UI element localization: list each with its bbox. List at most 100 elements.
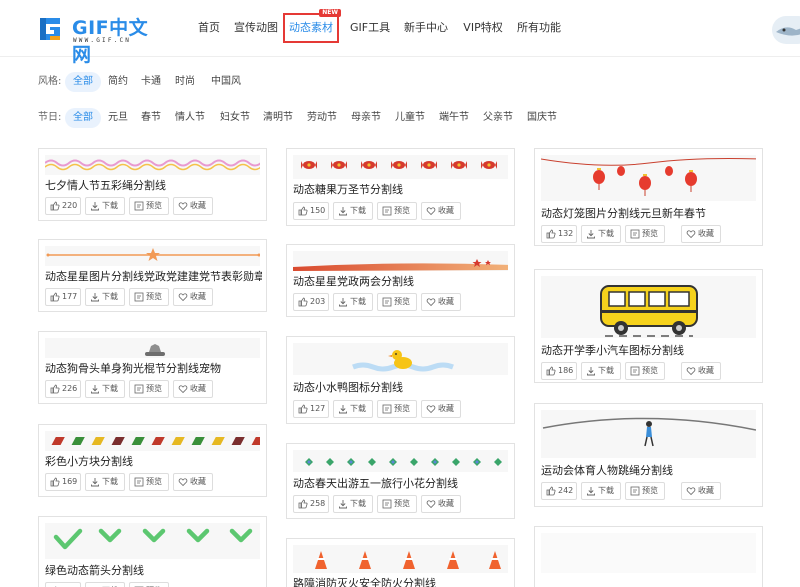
festival-option-fathers-day[interactable]: 父亲节: [483, 108, 513, 128]
download-button[interactable]: 下载: [581, 362, 621, 380]
card-title[interactable]: 动态星星图片分割线党政党建建党节表彰勋章: [45, 268, 262, 284]
nav-vip[interactable]: VIP特权: [463, 13, 503, 43]
style-option-simple[interactable]: 简约: [108, 72, 128, 92]
download-button[interactable]: 下载: [581, 482, 621, 500]
nav-promo-gif[interactable]: 宣传动图: [232, 13, 280, 43]
preview-button[interactable]: 预览: [625, 225, 665, 243]
asset-card[interactable]: 七夕情人节五彩绳分割线 220 下载 预览 收藏: [38, 148, 267, 221]
style-option-chinese[interactable]: 中国风: [211, 72, 241, 92]
like-button[interactable]: 169: [45, 473, 81, 491]
asset-card[interactable]: 动态糖果万圣节分割线 150 下载 预览 收藏: [286, 148, 515, 226]
style-option-all[interactable]: 全部: [65, 72, 101, 92]
preview-button[interactable]: 预览: [377, 202, 417, 220]
festival-option-mothers-day[interactable]: 母亲节: [351, 108, 381, 128]
card-title[interactable]: 动态小水鸭图标分割线: [293, 379, 510, 395]
card-title[interactable]: 动态狗骨头单身狗光棍节分割线宠物: [45, 360, 262, 376]
nav-beginner-center[interactable]: 新手中心: [404, 13, 448, 43]
nav-gif-tools[interactable]: GIF工具: [350, 13, 390, 43]
card-title[interactable]: 动态开学季小汽车图标分割线: [541, 342, 758, 358]
asset-card[interactable]: 绿色动态箭头分割线 下载 预览: [38, 516, 267, 587]
like-button[interactable]: 242: [541, 482, 577, 500]
card-title[interactable]: 动态糖果万圣节分割线: [293, 181, 510, 197]
like-button[interactable]: 258: [293, 495, 329, 513]
asset-card[interactable]: 动态开学季小汽车图标分割线 186 下载 预览 收藏: [534, 269, 763, 383]
preview-button[interactable]: 预览: [625, 362, 665, 380]
site-logo[interactable]: GIF中文网 WWW.GIF.CN: [36, 12, 166, 66]
download-button[interactable]: 下载: [85, 380, 125, 398]
collect-button[interactable]: 收藏: [173, 197, 213, 215]
collect-button[interactable]: 收藏: [681, 362, 721, 380]
style-option-fashion[interactable]: 时尚: [175, 72, 195, 92]
user-avatar[interactable]: [772, 16, 800, 44]
festival-option-childrens-day[interactable]: 儿童节: [395, 108, 425, 128]
festival-option-qingming[interactable]: 清明节: [263, 108, 293, 128]
collect-button[interactable]: 收藏: [681, 225, 721, 243]
asset-card[interactable]: 动态狗骨头单身狗光棍节分割线宠物 226 下载 预览 收藏: [38, 331, 267, 404]
card-title[interactable]: 七夕情人节五彩绳分割线: [45, 177, 262, 193]
like-button[interactable]: 132: [541, 225, 577, 243]
asset-card[interactable]: 运动会体育人物跳绳分割线 242 下载 预览 收藏: [534, 403, 763, 507]
like-button[interactable]: 150: [293, 202, 329, 220]
festival-option-labor-day[interactable]: 劳动节: [307, 108, 337, 128]
like-button[interactable]: 220: [45, 197, 81, 215]
asset-card[interactable]: 动态春天出游五一旅行小花分割线 258 下载 预览 收藏: [286, 443, 515, 519]
like-button[interactable]: 186: [541, 362, 577, 380]
nav-dynamic-assets[interactable]: 动态素材 NEW: [283, 9, 341, 43]
collect-button[interactable]: 收藏: [421, 495, 461, 513]
like-button[interactable]: 203: [293, 293, 329, 311]
festival-option-new-year[interactable]: 元旦: [108, 108, 128, 128]
download-button[interactable]: 下载: [333, 202, 373, 220]
download-button[interactable]: 下载: [85, 473, 125, 491]
card-title[interactable]: 运动会体育人物跳绳分割线: [541, 462, 758, 478]
download-button[interactable]: 下载: [85, 288, 125, 306]
download-button[interactable]: 下载: [333, 495, 373, 513]
card-title[interactable]: 路障消防灭火安全防火分割线: [293, 575, 510, 587]
preview-button[interactable]: 预览: [129, 288, 169, 306]
preview-button[interactable]: 预览: [129, 582, 169, 587]
collect-button[interactable]: 收藏: [681, 482, 721, 500]
download-button[interactable]: 下载: [85, 197, 125, 215]
festival-option-all[interactable]: 全部: [65, 108, 101, 128]
festival-option-womens-day[interactable]: 妇女节: [220, 108, 250, 128]
festival-option-spring[interactable]: 春节: [141, 108, 161, 128]
collect-button[interactable]: 收藏: [173, 288, 213, 306]
collect-button[interactable]: 收藏: [173, 380, 213, 398]
preview-button[interactable]: 预览: [129, 197, 169, 215]
card-title[interactable]: 动态星星党政两会分割线: [293, 273, 510, 289]
festival-option-national-day[interactable]: 国庆节: [527, 108, 557, 128]
collect-button[interactable]: 收藏: [421, 202, 461, 220]
nav-all-features[interactable]: 所有功能: [517, 13, 561, 43]
card-title[interactable]: 绿色动态箭头分割线: [45, 562, 262, 578]
download-button[interactable]: 下载: [333, 293, 373, 311]
like-button[interactable]: 127: [293, 400, 329, 418]
preview-button[interactable]: 预览: [377, 400, 417, 418]
collect-button[interactable]: 收藏: [421, 400, 461, 418]
preview-button[interactable]: 预览: [129, 380, 169, 398]
festival-option-valentine[interactable]: 情人节: [175, 108, 205, 128]
asset-card[interactable]: [534, 526, 763, 587]
nav-home[interactable]: 首页: [194, 13, 224, 43]
card-title[interactable]: 彩色小方块分割线: [45, 453, 262, 469]
asset-card[interactable]: 动态灯笼图片分割线元旦新年春节 132 下载 预览 收藏: [534, 148, 763, 246]
asset-card[interactable]: 动态星星党政两会分割线 203 下载 预览 收藏: [286, 244, 515, 317]
like-button[interactable]: 177: [45, 288, 81, 306]
festival-option-dragon-boat[interactable]: 端午节: [439, 108, 469, 128]
asset-card[interactable]: 动态星星图片分割线党政党建建党节表彰勋章 177 下载 预览 收藏: [38, 239, 267, 312]
card-title[interactable]: 动态灯笼图片分割线元旦新年春节: [541, 205, 758, 221]
like-button[interactable]: [45, 582, 81, 587]
style-option-cartoon[interactable]: 卡通: [141, 72, 161, 92]
asset-card[interactable]: 路障消防灭火安全防火分割线: [286, 538, 515, 587]
card-title[interactable]: 动态春天出游五一旅行小花分割线: [293, 475, 510, 491]
download-button[interactable]: 下载: [581, 225, 621, 243]
collect-button[interactable]: 收藏: [173, 473, 213, 491]
preview-button[interactable]: 预览: [377, 293, 417, 311]
like-button[interactable]: 226: [45, 380, 81, 398]
asset-card[interactable]: 彩色小方块分割线 169 下载 预览 收藏: [38, 424, 267, 497]
preview-button[interactable]: 预览: [625, 482, 665, 500]
download-button[interactable]: 下载: [85, 582, 125, 587]
download-button[interactable]: 下载: [333, 400, 373, 418]
preview-button[interactable]: 预览: [129, 473, 169, 491]
asset-card[interactable]: 动态小水鸭图标分割线 127 下载 预览 收藏: [286, 336, 515, 424]
collect-button[interactable]: 收藏: [421, 293, 461, 311]
preview-button[interactable]: 预览: [377, 495, 417, 513]
